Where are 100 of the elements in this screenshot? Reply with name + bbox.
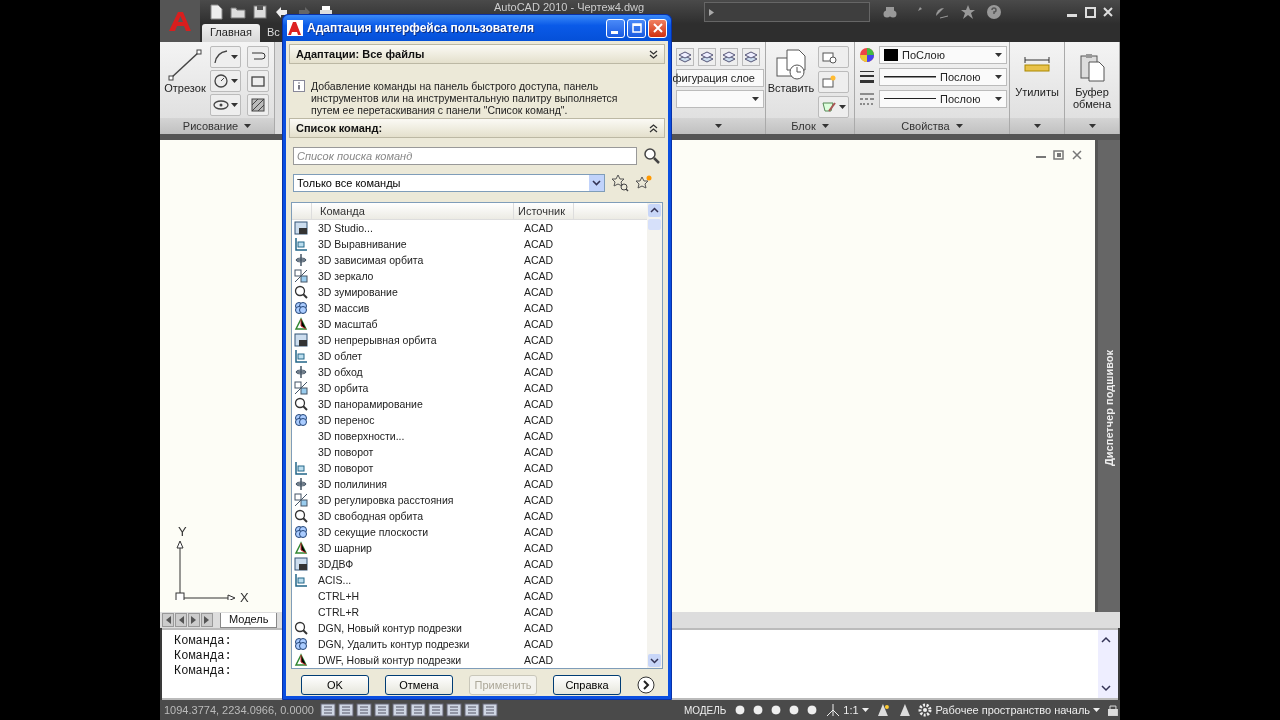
ellipse-tool-button[interactable]: [210, 94, 241, 116]
command-line: Команда:: [174, 649, 232, 664]
scroll-down-icon[interactable]: [1100, 682, 1112, 694]
source-cell-text: ACAD: [523, 222, 554, 234]
line-tool-button[interactable]: Отрезок: [164, 46, 206, 94]
caret-icon: [995, 75, 1002, 79]
command-name-cell[interactable]: 3DДВФ: [312, 558, 520, 570]
dialog-button[interactable]: Отмена: [385, 675, 453, 695]
attribute-button[interactable]: [818, 96, 849, 118]
create-block-button[interactable]: [818, 46, 849, 68]
command-name-cell[interactable]: ACIS...: [312, 574, 520, 586]
source-cell-text: ACAD: [523, 286, 554, 298]
column-header[interactable]: Команда: [312, 203, 514, 219]
help-icon[interactable]: [986, 4, 1003, 20]
drafting-toggle-icon[interactable]: [481, 703, 498, 717]
lineweight-dropdown[interactable]: Послою: [879, 68, 1007, 86]
drafting-toggle-icon[interactable]: [427, 703, 444, 717]
command-name-cell[interactable]: 3D масштаб: [312, 318, 520, 330]
workspace-button[interactable]: Рабочее пространство началь: [918, 703, 1101, 717]
section-header[interactable]: Список команд:: [289, 118, 665, 138]
command-name-cell[interactable]: 3D поворот: [312, 462, 520, 474]
hatch-tool-button[interactable]: [247, 94, 269, 116]
command-name-cell[interactable]: 3D непрерывная орбита: [312, 334, 520, 346]
search-field[interactable]: Список поиска команд: [293, 147, 637, 165]
save-icon[interactable]: [252, 4, 268, 20]
circle-tool-button[interactable]: [210, 70, 241, 92]
drafting-toggle-icon[interactable]: [463, 703, 480, 717]
ribbon-tab[interactable]: Вс: [262, 24, 281, 42]
command-name-cell[interactable]: 3D перенос: [312, 414, 520, 426]
search-icon[interactable]: [643, 147, 661, 165]
command-name-cell[interactable]: DGN, Новый контур подрезки: [312, 622, 520, 634]
clipboard-button[interactable]: Буфер обмена: [1069, 46, 1115, 110]
column-header[interactable]: Источник: [514, 203, 574, 219]
section-header[interactable]: Адаптации: Все файлы: [289, 44, 665, 64]
drafting-toggle-icon[interactable]: [391, 703, 408, 717]
color-dropdown[interactable]: ПоСлою: [879, 46, 1007, 64]
dialog-button[interactable]: OK: [301, 675, 369, 695]
command-name-cell[interactable]: 3D секущие плоскости: [312, 526, 520, 538]
ribbon-tab[interactable]: Главная: [202, 24, 260, 42]
drafting-toggle-icon[interactable]: [319, 703, 336, 717]
command-name-cell[interactable]: 3D обход: [312, 366, 520, 378]
open-folder-icon[interactable]: [230, 4, 246, 20]
command-name-cell[interactable]: CTRL+R: [312, 606, 520, 618]
command-name-cell[interactable]: 3D массив: [312, 302, 520, 314]
command-name-cell[interactable]: DGN, Удалить контур подрезки: [312, 638, 520, 650]
utilities-button[interactable]: Утилиты: [1014, 46, 1060, 98]
edit-block-button[interactable]: [818, 71, 849, 93]
drafting-toggle-icon[interactable]: [355, 703, 372, 717]
layer-stack-icon[interactable]: [676, 48, 694, 66]
layout-tab[interactable]: Модель: [220, 612, 278, 628]
command-name-cell[interactable]: 3D зумирование: [312, 286, 520, 298]
command-name-cell[interactable]: 3D шарнир: [312, 542, 520, 554]
source-cell-text: ACAD: [523, 638, 554, 650]
close-icon[interactable]: [1071, 150, 1083, 160]
command-name-cell[interactable]: 3D Выравнивание: [312, 238, 520, 250]
command-name-cell[interactable]: 3D зависимая орбита: [312, 254, 520, 266]
new-file-icon[interactable]: [208, 4, 224, 20]
linetype-icon: [859, 91, 875, 107]
filter-dropdown[interactable]: Только все команды: [293, 174, 605, 192]
annotation-scale-button[interactable]: 1:1: [826, 703, 869, 717]
command-name-cell[interactable]: CTRL+H: [312, 590, 520, 602]
drafting-toggle-icon[interactable]: [445, 703, 462, 717]
hatch-icon: [250, 97, 266, 113]
command-name-cell[interactable]: 3D поверхности...: [312, 430, 520, 442]
drafting-toggle-icon[interactable]: [373, 703, 390, 717]
dialog-button[interactable]: Справка: [553, 675, 621, 695]
scrollbar[interactable]: [647, 203, 662, 668]
layer-stack-icon[interactable]: [720, 48, 738, 66]
drafting-toggle-icon[interactable]: [337, 703, 354, 717]
new-star-icon[interactable]: [635, 174, 653, 192]
layer-stack-icon[interactable]: [742, 48, 760, 66]
command-name-cell[interactable]: 3D панорамирование: [312, 398, 520, 410]
insert-block-button[interactable]: Вставить: [770, 46, 812, 94]
command-name-cell[interactable]: 3D облет: [312, 350, 520, 362]
drafting-toggle-icon[interactable]: [409, 703, 426, 717]
lock-icon[interactable]: [1106, 703, 1120, 717]
close-button[interactable]: [648, 18, 667, 38]
scroll-thumb[interactable]: [648, 219, 661, 230]
binoculars-icon[interactable]: [882, 4, 899, 20]
layer-stack-icon[interactable]: [698, 48, 716, 66]
linetype-dropdown[interactable]: Послою: [879, 90, 1007, 108]
model-button[interactable]: МОДЕЛЬ: [683, 704, 727, 716]
command-name-cell[interactable]: 3D Studio...: [312, 222, 520, 234]
restore-icon[interactable]: [1053, 150, 1065, 160]
star-icon[interactable]: [960, 4, 977, 20]
command-name-cell[interactable]: 3D зеркало: [312, 270, 520, 282]
command-name-cell[interactable]: 3D орбита: [312, 382, 520, 394]
axis-label: Y: [178, 524, 187, 539]
source-cell-text: ACAD: [523, 622, 554, 634]
command-name-cell[interactable]: DWF, Новый контур подрезки: [312, 654, 520, 666]
command-name-cell[interactable]: 3D свободная орбита: [312, 510, 520, 522]
command-name-cell[interactable]: 3D поворот: [312, 446, 520, 458]
polyline-tool-button[interactable]: [210, 46, 241, 68]
search-field[interactable]: [704, 2, 871, 22]
source-cell-text: ACAD: [523, 382, 554, 394]
minimize-button[interactable]: [606, 18, 625, 38]
maximize-button[interactable]: [627, 18, 646, 38]
command-name-cell[interactable]: 3D полилиния: [312, 478, 520, 490]
command-name-cell[interactable]: 3D регулировка расстояния: [312, 494, 520, 506]
star-search-icon[interactable]: [611, 174, 629, 192]
